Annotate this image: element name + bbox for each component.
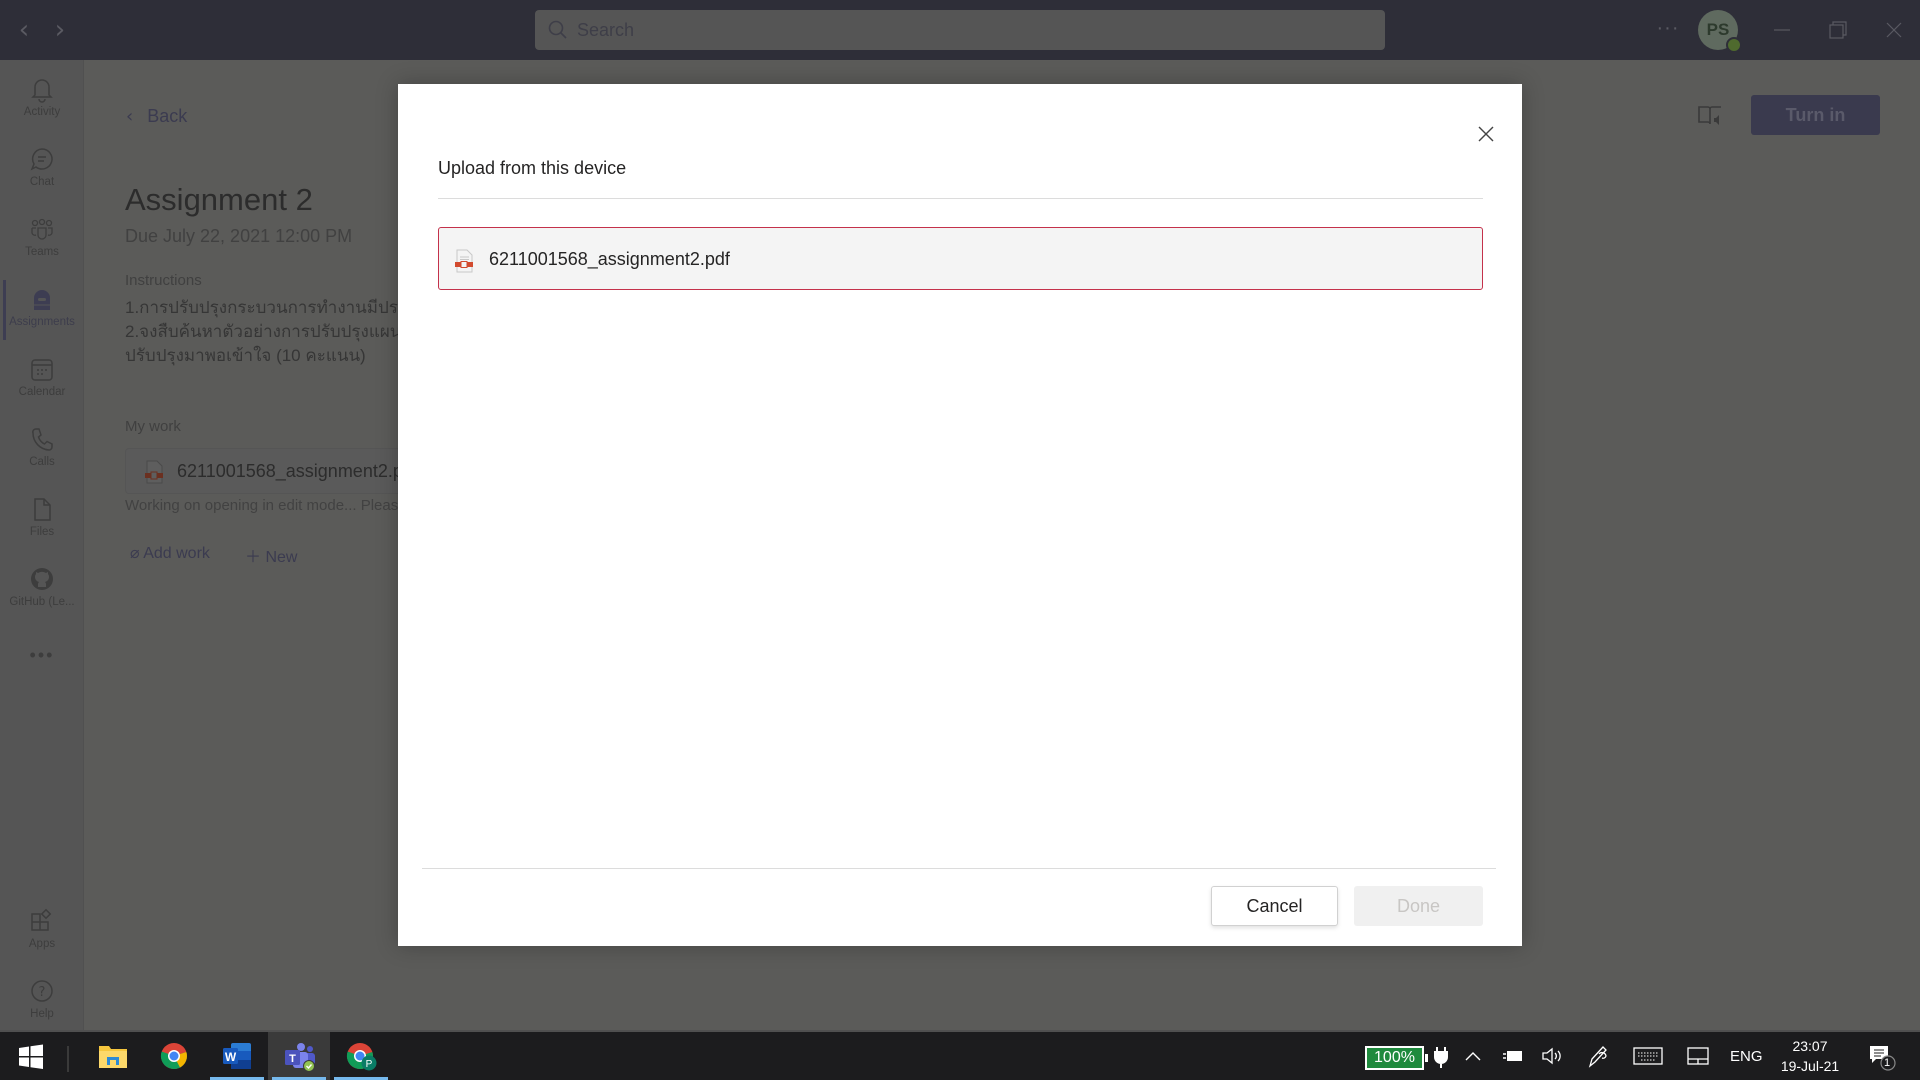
upload-file-name: 6211001568_assignment2.pdf: [489, 249, 730, 269]
minimize-icon[interactable]: [1766, 14, 1798, 46]
touch-keyboard-icon[interactable]: [1633, 1046, 1663, 1066]
windows-logo-icon: [19, 1044, 43, 1069]
notification-count: 1: [1884, 1057, 1891, 1069]
restore-icon[interactable]: [1822, 14, 1854, 46]
power-plug-icon: [1434, 1047, 1448, 1068]
sidebar-item-help[interactable]: ? Help: [0, 972, 84, 1038]
sidebar-item-teams[interactable]: Teams: [0, 210, 84, 276]
folder-icon: [99, 1046, 127, 1068]
sidebar-item-github[interactable]: GitHub (Le...: [0, 560, 84, 626]
upload-file-item[interactable]: 6211001568_assignment2.pdf: [438, 227, 1483, 290]
plus-icon: ＋: [245, 549, 266, 566]
github-icon: [31, 568, 53, 590]
working-status: Working on opening in edit mode... Pleas: [125, 497, 399, 514]
search-input[interactable]: [577, 10, 1367, 50]
chrome-icon: [160, 1043, 187, 1070]
close-icon[interactable]: [1472, 120, 1500, 148]
language-indicator[interactable]: ENG: [1730, 1048, 1763, 1065]
pdf-file-icon: [145, 460, 163, 484]
svg-text:W: W: [225, 1050, 237, 1064]
start-button[interactable]: [0, 1032, 62, 1080]
teams-icon: [31, 218, 53, 240]
search-box[interactable]: [535, 10, 1385, 50]
touchpad-icon[interactable]: [1686, 1046, 1710, 1066]
clock[interactable]: 23:07 19-Jul-21: [1775, 1036, 1845, 1076]
due-date: Due July 22, 2021 12:00 PM: [125, 226, 353, 246]
sidebar-item-chat[interactable]: Chat: [0, 140, 84, 206]
pen-icon[interactable]: [1587, 1044, 1609, 1068]
calendar-icon: [31, 359, 53, 381]
taskbar-chrome[interactable]: [144, 1032, 206, 1080]
sidebar-item-apps[interactable]: Apps: [0, 902, 84, 968]
back-arrow-icon[interactable]: ‹: [12, 16, 36, 44]
help-icon: ?: [31, 980, 53, 1002]
divider: [438, 198, 1483, 199]
forward-arrow-icon[interactable]: ›: [48, 16, 72, 44]
phone-icon: [32, 428, 53, 451]
chevron-left-icon: ‹: [126, 106, 134, 127]
sidebar-item-files[interactable]: Files: [0, 490, 84, 556]
cancel-button[interactable]: Cancel: [1211, 886, 1338, 926]
taskbar: W T P 100% ENG 23:07 19-Jul-21 1: [0, 1030, 1920, 1080]
immersive-reader-icon[interactable]: [1697, 104, 1723, 128]
instructions-text: 1.การปรับปรุงกระบวนการทำงานมีประโ 2.จงสื…: [125, 298, 400, 365]
turn-in-button[interactable]: Turn in: [1751, 95, 1880, 135]
back-button[interactable]: ‹ Back: [126, 106, 187, 127]
app-sidebar: Activity Chat Teams Assignments Calendar…: [0, 60, 84, 1030]
battery-charging-icon[interactable]: [1502, 1048, 1524, 1064]
more-options-button[interactable]: ···: [1656, 18, 1680, 42]
instructions-heading: Instructions: [125, 272, 202, 289]
volume-icon[interactable]: [1541, 1046, 1563, 1066]
avatar[interactable]: PS: [1698, 10, 1742, 53]
page-title: Assignment 2: [125, 182, 313, 217]
sidebar-item-assignments[interactable]: Assignments: [0, 280, 84, 346]
clock-date: 19-Jul-21: [1780, 1058, 1840, 1074]
more-apps-button[interactable]: •••: [0, 645, 84, 666]
sidebar-item-calls[interactable]: Calls: [0, 420, 84, 486]
taskbar-file-explorer[interactable]: [82, 1032, 144, 1080]
done-button[interactable]: Done: [1354, 886, 1483, 926]
file-icon: [34, 498, 51, 521]
sidebar-item-activity[interactable]: Activity: [0, 70, 84, 136]
taskbar-separator: [67, 1046, 69, 1072]
chat-icon: [30, 148, 53, 171]
new-button[interactable]: ＋ New: [245, 543, 297, 567]
add-work-button[interactable]: ⌀ Add work: [130, 543, 210, 563]
chevron-up-icon[interactable]: [1464, 1048, 1482, 1064]
word-icon: W: [223, 1043, 251, 1069]
svg-text:T: T: [289, 1053, 296, 1065]
dialog-title: Upload from this device: [438, 158, 627, 178]
title-bar: ‹ › ··· PS: [0, 0, 1920, 60]
svg-text:?: ?: [39, 985, 46, 1000]
teams-app-icon: T: [285, 1043, 315, 1072]
taskbar-chrome-profile[interactable]: P: [330, 1032, 392, 1080]
action-center-button[interactable]: 1: [1868, 1044, 1900, 1072]
search-icon: [548, 20, 567, 39]
pdf-file-icon: [455, 249, 473, 273]
svg-text:P: P: [366, 1059, 373, 1070]
status-available-icon: [1726, 37, 1742, 53]
footer-divider: [422, 868, 1496, 869]
apps-icon: [31, 908, 52, 931]
paperclip-icon: ⌀: [130, 545, 144, 562]
sidebar-item-calendar[interactable]: Calendar: [0, 350, 84, 416]
upload-dialog: Upload from this device 6211001568_assig…: [398, 84, 1522, 946]
battery-indicator[interactable]: 100%: [1365, 1046, 1428, 1070]
avatar-initials: PS: [1706, 20, 1730, 39]
close-window-icon[interactable]: [1878, 14, 1910, 46]
chrome-profile-icon: P: [346, 1043, 377, 1071]
bell-icon: [31, 79, 53, 103]
work-file-card[interactable]: 6211001568_assignment2.pdf: [125, 448, 418, 494]
taskbar-teams[interactable]: T: [268, 1032, 330, 1080]
my-work-heading: My work: [125, 418, 181, 435]
backpack-icon: [34, 290, 50, 310]
clock-time: 23:07: [1792, 1038, 1828, 1054]
taskbar-word[interactable]: W: [206, 1032, 268, 1080]
